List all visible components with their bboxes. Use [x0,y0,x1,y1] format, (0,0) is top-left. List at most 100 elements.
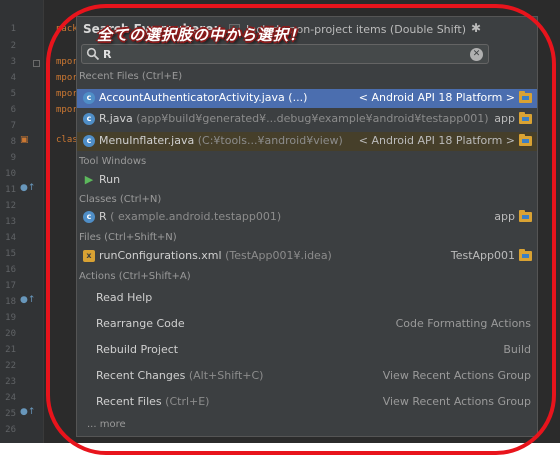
result-location: < Android API 18 Platform > [358,91,515,104]
gear-icon[interactable]: ✱ [471,21,481,35]
action-label: Rebuild Project [96,343,179,356]
line-number: 21 [5,345,16,355]
line-number: 9 [10,153,16,163]
override-marker-icon[interactable]: ●↑ [20,295,35,305]
action-shortcut: (Alt+Shift+C) [188,369,264,382]
result-row[interactable]: c AccountAuthenticatorActivity.java (...… [77,89,537,108]
module-folder-icon [519,249,532,261]
code-line: mpor [56,57,78,67]
line-number: 8 [10,137,16,147]
result-row[interactable]: ▶ Run [77,171,537,190]
action-row[interactable]: Read Help [77,287,537,311]
override-marker-icon[interactable]: ●↑ [20,407,35,417]
result-row[interactable]: x runConfigurations.xml (TestApp001¥.ide… [77,247,537,266]
action-row[interactable]: Rearrange Code Code Formatting Actions [77,313,537,337]
result-location: app [494,112,515,125]
annotation-banner: 全ての選択肢の中から選択！ [97,26,306,44]
line-number: 7 [10,121,16,131]
result-name: R [99,210,107,223]
result-path: (...) [288,91,308,104]
class-icon: c [83,113,95,125]
fold-marker-icon[interactable] [33,60,40,67]
code-line: mpor [56,73,78,83]
line-number: 6 [10,105,16,115]
code-line: pack [56,24,78,34]
search-everywhere-popup: Search Everywhere: Include non-project i… [76,16,538,437]
module-folder-icon [519,112,532,124]
line-number: 25 [5,409,16,419]
line-number: 24 [5,393,16,403]
line-number: 26 [5,425,16,435]
run-icon: ▶ [84,173,94,186]
result-path: (C:¥tools...¥android¥view) [197,134,343,147]
action-group: Build [503,343,531,356]
result-name: runConfigurations.xml [99,249,222,262]
module-folder-icon [519,134,532,146]
action-shortcut: (Ctrl+E) [165,395,210,408]
result-location: app [494,210,515,223]
clear-search-icon[interactable]: ✕ [470,48,483,61]
action-label: Recent Changes [96,369,186,382]
line-number: 18 [5,297,16,307]
action-group: View Recent Actions Group [382,369,531,382]
result-location: < Android API 18 Platform > [358,134,515,147]
more-results-link[interactable]: ... more [87,419,126,430]
result-path: (TestApp001¥.idea) [225,249,332,262]
result-name: AccountAuthenticatorActivity.java [99,91,285,104]
result-path: (app¥build¥generated¥...debug¥example¥an… [136,112,489,125]
override-marker-icon[interactable]: ●↑ [20,183,35,193]
search-box[interactable]: ✕ [81,44,489,64]
action-label: Recent Files [96,395,162,408]
result-row[interactable]: c MenuInflater.java (C:¥tools...¥android… [77,132,537,151]
line-number: 14 [5,233,16,243]
section-header-files: Files (Ctrl+Shift+N) [79,232,177,243]
line-number: 11 [5,185,16,195]
result-name: R.java [99,112,133,125]
footer-strip [0,443,560,459]
line-number: 15 [5,249,16,259]
module-folder-icon [519,210,532,222]
line-number: 16 [5,265,16,275]
result-row[interactable]: c R ( example.android.testapp001) app [77,208,537,227]
action-row[interactable]: Recent Changes (Alt+Shift+C) View Recent… [77,365,537,389]
line-number: 13 [5,217,16,227]
line-number: 2 [10,41,16,51]
result-name: Run [99,173,121,186]
action-label: Read Help [96,291,153,304]
result-name: MenuInflater.java [99,134,195,147]
line-number: 22 [5,361,16,371]
line-gutter: 1 2 3 4 5 6 7 8 9 10 11 12 13 14 15 16 1… [0,0,44,443]
class-marker-icon[interactable]: ▣ [20,135,29,145]
line-number: 10 [5,169,16,179]
search-icon [86,47,100,61]
line-number: 17 [5,281,16,291]
action-row[interactable]: Recent Files (Ctrl+E) View Recent Action… [77,391,537,415]
line-number: 12 [5,201,16,211]
result-path: ( example.android.testapp001) [110,210,282,223]
xml-file-icon: x [83,250,95,262]
line-number: 1 [10,24,16,34]
action-label: Rearrange Code [96,317,185,330]
line-number: 23 [5,377,16,387]
class-icon: c [83,211,95,223]
section-header-actions: Actions (Ctrl+Shift+A) [79,271,191,282]
class-icon: c [83,135,95,147]
line-number: 5 [10,89,16,99]
section-header-classes: Classes (Ctrl+N) [79,194,162,205]
line-number: 4 [10,73,16,83]
code-line: mpor [56,105,78,115]
line-number: 20 [5,329,16,339]
search-input[interactable] [101,46,221,62]
action-row[interactable]: Rebuild Project Build [77,339,537,363]
action-group: Code Formatting Actions [395,317,531,330]
section-header-tool-windows: Tool Windows [79,156,147,167]
code-line: mpor [56,89,78,99]
result-location: TestApp001 [450,249,515,262]
class-icon: c [83,92,95,104]
line-number: 19 [5,313,16,323]
section-header-recent-files: Recent Files (Ctrl+E) [79,71,183,82]
action-group: View Recent Actions Group [382,395,531,408]
line-number: 3 [10,57,16,67]
module-folder-icon [519,91,532,103]
result-row[interactable]: c R.java (app¥build¥generated¥...debug¥e… [77,110,537,129]
